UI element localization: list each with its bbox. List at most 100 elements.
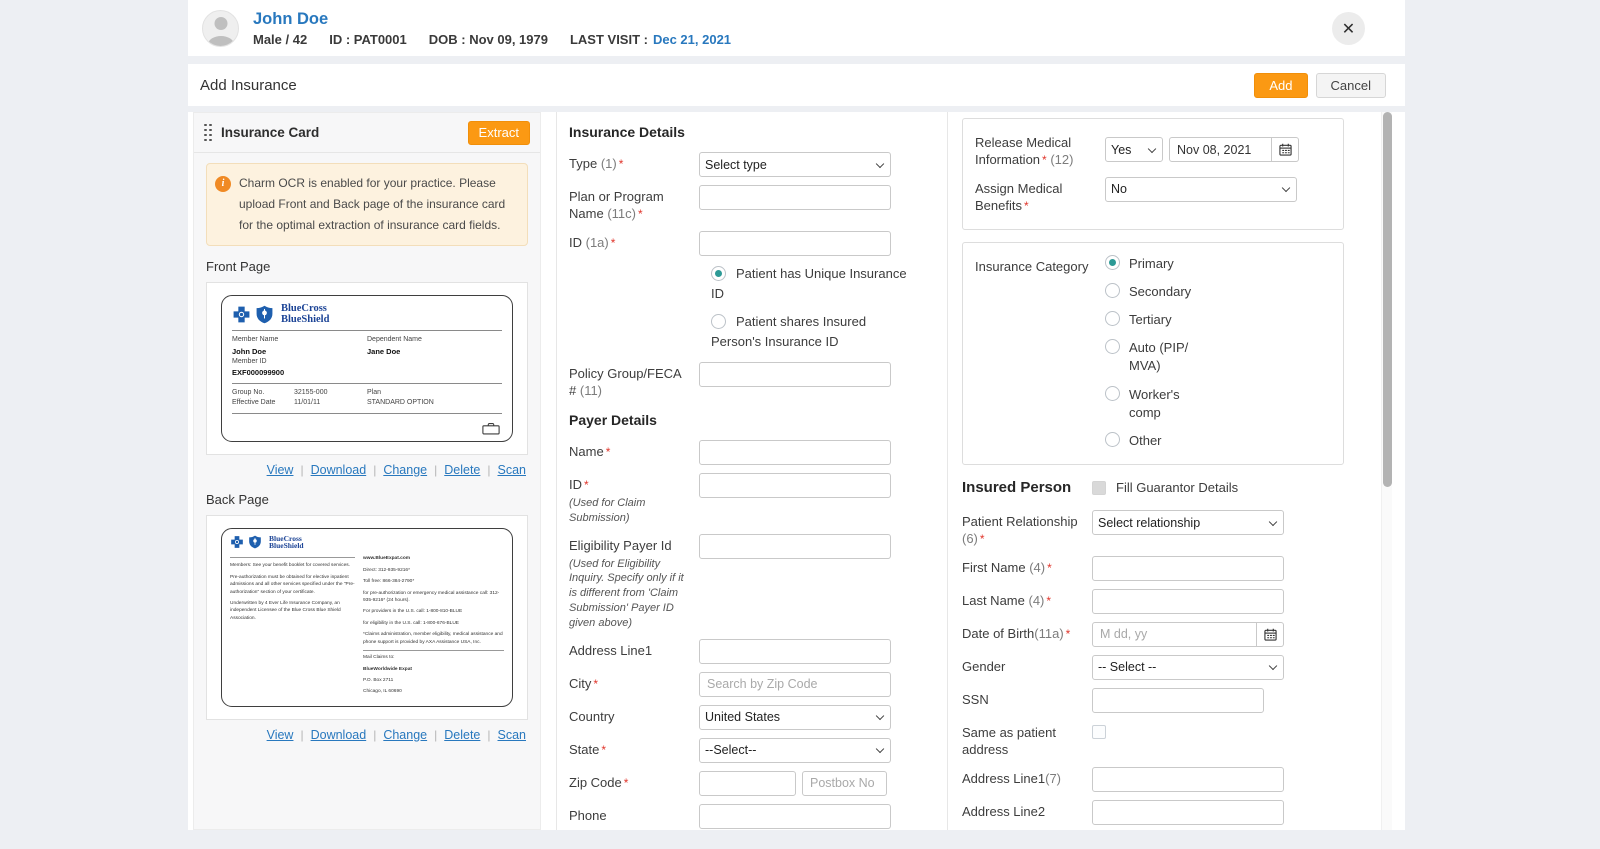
checkbox[interactable]	[1092, 481, 1106, 495]
payer-country-select[interactable]: United States	[699, 705, 891, 730]
card-label: Member ID	[232, 357, 367, 368]
policy-group-input[interactable]	[699, 362, 891, 387]
first-name-input[interactable]	[1092, 556, 1284, 581]
assign-benefits-select[interactable]: No	[1105, 177, 1297, 202]
payer-state-select[interactable]: --Select--	[699, 738, 891, 763]
patient-relationship-select[interactable]: Select relationship	[1092, 510, 1284, 535]
eligibility-payer-id-label: Eligibility Payer Id (Used for Eligibili…	[569, 534, 691, 631]
cancel-button[interactable]: Cancel	[1316, 73, 1386, 98]
first-name-label: First Name (4)*	[962, 556, 1084, 581]
category-workers-comp-option[interactable]: Worker's comp	[1105, 386, 1215, 422]
scrollbar	[1381, 112, 1392, 830]
patient-header: John Doe Male / 42 ID : PAT0001 DOB : No…	[188, 0, 1405, 56]
first-name-row: First Name (4)*	[962, 556, 1344, 581]
patient-sex-age: Male / 42	[253, 32, 307, 47]
radio-button[interactable]	[711, 314, 726, 329]
assign-benefits-label: Assign Medical Benefits*	[975, 177, 1097, 215]
payer-phone-input[interactable]	[699, 804, 891, 829]
patient-name-link[interactable]: John Doe	[253, 9, 731, 30]
card-text: Underwritten by 4 Ever Life Insurance Co…	[230, 600, 355, 622]
scrollbar-thumb[interactable]	[1383, 112, 1392, 487]
insured-address1-input[interactable]	[1092, 767, 1284, 792]
insured-address2-label: Address Line2	[962, 800, 1084, 825]
calendar-icon[interactable]	[1272, 137, 1299, 162]
dob-input[interactable]	[1092, 622, 1257, 647]
payer-zip-label: Zip Code*	[569, 771, 691, 796]
release-date-input[interactable]	[1169, 137, 1272, 162]
insurance-category-box: Insurance Category Primary Secondary Ter…	[962, 242, 1344, 466]
policy-group-row: Policy Group/FECA # (11)	[569, 362, 935, 400]
card-text: BlueWorldwide Expat	[363, 666, 504, 673]
same-address-row: Same as patient address	[962, 721, 1344, 759]
payer-postbox-input[interactable]	[802, 771, 887, 796]
view-link[interactable]: View	[267, 728, 294, 742]
front-card-image: BlueCross BlueShield Member Name John Do…	[206, 282, 528, 455]
radio-button[interactable]	[1105, 339, 1120, 354]
category-primary-option[interactable]: Primary	[1105, 255, 1215, 273]
calendar-icon[interactable]	[1257, 622, 1284, 647]
change-link[interactable]: Change	[383, 463, 427, 477]
back-card-image: BlueCross BlueShield Members: See your b…	[206, 515, 528, 720]
insured-address2-input[interactable]	[1092, 800, 1284, 825]
payer-state-label: State*	[569, 738, 691, 763]
plan-name-row: Plan or Program Name (11c)*	[569, 185, 935, 223]
shared-insurance-id-option[interactable]: Patient shares Insured Person's Insuranc…	[711, 312, 911, 352]
scan-link[interactable]: Scan	[498, 463, 527, 477]
payer-id-input[interactable]	[699, 473, 891, 498]
payer-zip-input[interactable]	[699, 771, 796, 796]
change-link[interactable]: Change	[383, 728, 427, 742]
drag-handle-icon[interactable]	[204, 124, 212, 142]
radio-button[interactable]	[1105, 386, 1120, 401]
card-label: Effective Date	[232, 398, 284, 409]
view-link[interactable]: View	[267, 463, 294, 477]
release-medical-select[interactable]: Yes	[1105, 137, 1163, 162]
download-link[interactable]: Download	[311, 728, 367, 742]
extract-button[interactable]: Extract	[468, 121, 530, 145]
card-text: For providers in the U.S. call: 1-800-81…	[363, 608, 504, 615]
card-text: www.BlueExpat.com	[363, 555, 504, 562]
ocr-notice: i Charm OCR is enabled for your practice…	[206, 163, 528, 246]
radio-button-selected[interactable]	[711, 266, 726, 281]
close-icon[interactable]: ✕	[1332, 12, 1365, 45]
download-link[interactable]: Download	[311, 463, 367, 477]
category-tertiary-option[interactable]: Tertiary	[1105, 311, 1215, 329]
category-auto-option[interactable]: Auto (PIP/ MVA)	[1105, 339, 1225, 375]
delete-link[interactable]: Delete	[444, 728, 480, 742]
scan-link[interactable]: Scan	[498, 728, 527, 742]
last-visit-date-link[interactable]: Dec 21, 2021	[653, 32, 731, 47]
delete-link[interactable]: Delete	[444, 463, 480, 477]
insurance-id-input[interactable]	[699, 231, 891, 256]
insurance-options-column: Release Medical Information* (12) Yes As…	[954, 112, 1352, 830]
payer-city-input[interactable]	[699, 672, 891, 697]
plan-name-input[interactable]	[699, 185, 891, 210]
card-text: for pre-authorization or emergency medic…	[363, 590, 504, 605]
radio-button[interactable]	[1105, 432, 1120, 447]
gender-select[interactable]: -- Select --	[1092, 655, 1284, 680]
fill-guarantor-checkbox[interactable]: Fill Guarantor Details	[1092, 480, 1238, 495]
card-value: STANDARD OPTION	[367, 398, 502, 409]
category-secondary-option[interactable]: Secondary	[1105, 283, 1225, 301]
same-address-checkbox[interactable]	[1092, 725, 1106, 739]
card-value: EXF000099900	[232, 367, 367, 378]
radio-button[interactable]	[1105, 311, 1120, 326]
unique-insurance-id-option[interactable]: Patient has Unique Insurance ID	[711, 264, 911, 304]
payer-city-row: City*	[569, 672, 935, 697]
type-select[interactable]: Select type	[699, 152, 891, 177]
card-value: Jane Doe	[367, 346, 502, 357]
insurance-id-label: ID (1a)*	[569, 231, 691, 256]
payer-address1-input[interactable]	[699, 639, 891, 664]
ssn-input[interactable]	[1092, 688, 1264, 713]
patient-relationship-row: Patient Relationship (6)* Select relatio…	[962, 510, 1344, 548]
payer-zip-row: Zip Code*	[569, 771, 935, 796]
card-text: Direct: 312-935-9216*	[363, 567, 504, 574]
payer-name-input[interactable]	[699, 440, 891, 465]
payer-id-row: ID* (Used for Claim Submission)	[569, 473, 935, 526]
radio-button-selected[interactable]	[1105, 255, 1120, 270]
release-medical-label: Release Medical Information* (12)	[975, 131, 1097, 169]
category-other-option[interactable]: Other	[1105, 432, 1225, 450]
last-name-input[interactable]	[1092, 589, 1284, 614]
add-button[interactable]: Add	[1254, 73, 1307, 98]
separator: |	[434, 463, 437, 477]
eligibility-payer-id-input[interactable]	[699, 534, 891, 559]
radio-button[interactable]	[1105, 283, 1120, 298]
